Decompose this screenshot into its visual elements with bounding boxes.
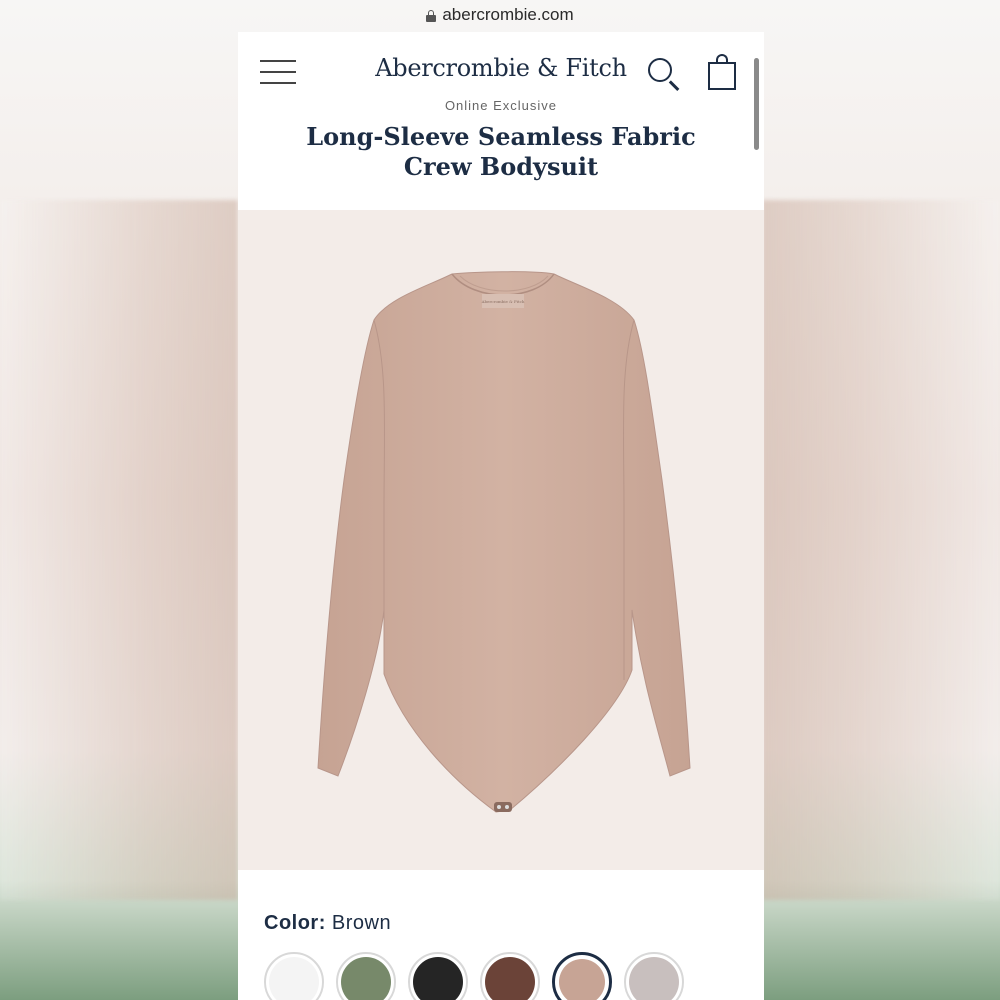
color-swatch-light-gray[interactable] [624, 952, 684, 1000]
product-image[interactable]: Abercrombie & Fitch [238, 210, 764, 870]
color-swatch-fill [629, 957, 679, 1000]
shopping-bag-icon[interactable] [708, 54, 736, 90]
bodysuit-illustration: Abercrombie & Fitch [317, 271, 691, 813]
snap-closure [494, 802, 512, 812]
color-swatch-fill [269, 957, 319, 1000]
color-swatch-brown[interactable] [552, 952, 612, 1000]
color-swatch-fill [413, 957, 463, 1000]
search-icon[interactable] [646, 56, 680, 91]
background-blur-right [762, 200, 1000, 900]
color-swatches [264, 952, 764, 1000]
browser-url-bar[interactable]: abercrombie.com [0, 0, 1000, 30]
background-blur-left [0, 200, 238, 900]
color-swatch-black[interactable] [408, 952, 468, 1000]
color-swatch-fill [559, 959, 605, 1000]
color-selector: Color: Brown [264, 912, 391, 935]
url-text: abercrombie.com [442, 5, 574, 24]
color-swatch-fill [341, 957, 391, 1000]
color-swatch-green[interactable] [336, 952, 396, 1000]
brand-logo[interactable]: Abercrombie & Fitch [238, 54, 764, 82]
product-title: Long-Sleeve Seamless Fabric Crew Bodysui… [306, 122, 696, 181]
color-swatch-fill [485, 957, 535, 1000]
lock-icon [426, 10, 437, 22]
color-label: Color: [264, 912, 326, 934]
label-tag-text: Abercrombie & Fitch [481, 299, 525, 304]
mobile-page: Abercrombie & Fitch Online Exclusive Lon… [238, 32, 764, 1000]
online-exclusive-badge: Online Exclusive [444, 100, 558, 113]
color-swatch-white[interactable] [264, 952, 324, 1000]
bodysuit-body [317, 271, 691, 813]
color-swatch-dark-brown[interactable] [480, 952, 540, 1000]
selected-color: Brown [331, 912, 392, 934]
